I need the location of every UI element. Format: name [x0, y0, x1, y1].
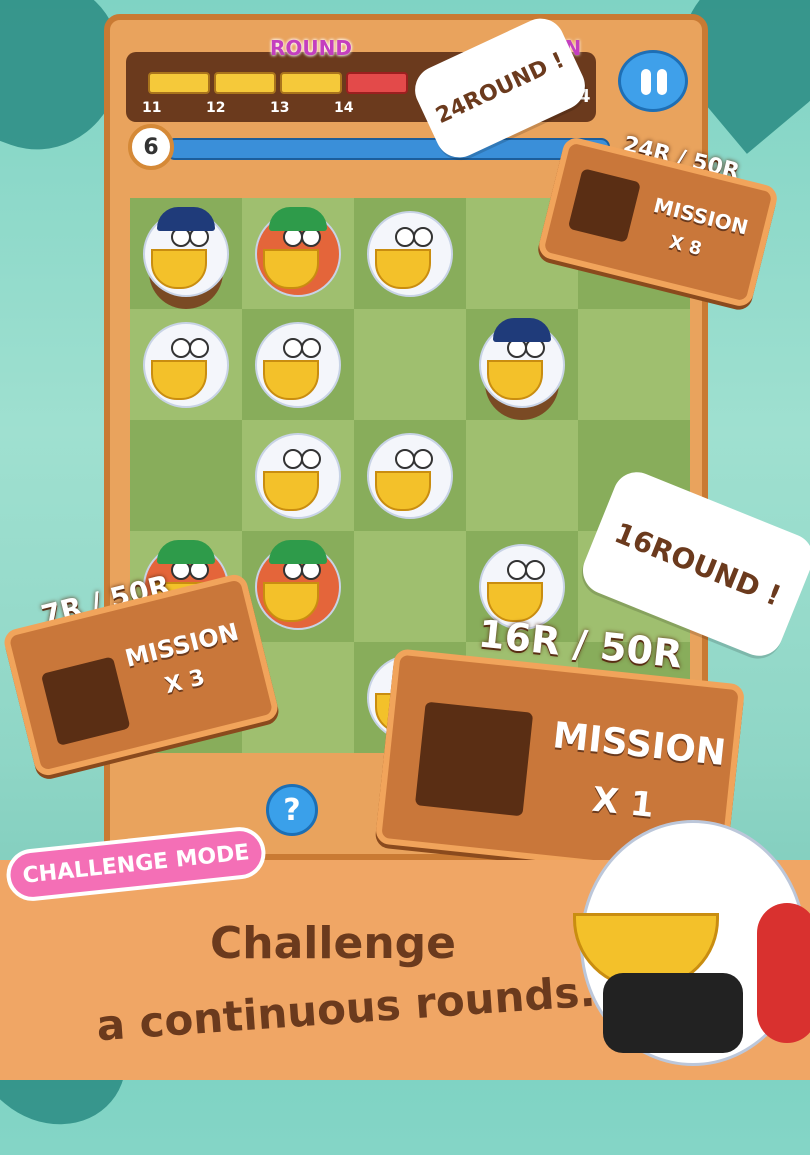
tagline-line1: Challenge [210, 918, 456, 969]
pelican-mascot [573, 820, 810, 1066]
eye [525, 559, 545, 580]
beak [375, 248, 431, 289]
beak [263, 581, 319, 622]
mission-title: MISSION [550, 715, 728, 775]
board-cell[interactable] [354, 420, 466, 531]
board-cell[interactable] [130, 309, 242, 420]
bird-piece[interactable] [255, 432, 341, 519]
pause-button[interactable] [618, 50, 688, 112]
board-cell[interactable] [242, 198, 354, 309]
mission-count: X 1 [590, 779, 656, 826]
board-cell[interactable] [354, 531, 466, 642]
beak [263, 470, 319, 511]
parrot-icon [567, 168, 641, 243]
parrot-piece[interactable] [255, 206, 341, 297]
hat [269, 539, 327, 564]
round-tick: 11 [142, 100, 162, 116]
board-cell[interactable] [466, 420, 578, 531]
board-cell[interactable] [354, 309, 466, 420]
board-cell[interactable] [578, 309, 690, 420]
round-segment [214, 72, 276, 94]
timer-clock-icon: 6 [128, 124, 174, 170]
eye [395, 448, 415, 469]
eye [171, 337, 191, 358]
parrot-icon [414, 701, 534, 817]
parrot-piece[interactable] [255, 539, 341, 630]
mascot-cape [757, 903, 810, 1043]
bird-piece[interactable] [255, 321, 341, 408]
board-cell[interactable] [242, 531, 354, 642]
mission-count: X 3 [162, 665, 208, 700]
round-label: ROUND [270, 36, 352, 60]
bird-piece[interactable] [143, 321, 229, 408]
board-cell[interactable] [130, 420, 242, 531]
beak [151, 359, 207, 400]
board-cell[interactable] [242, 309, 354, 420]
mission-title: MISSION [651, 192, 751, 240]
mascot-scarf [603, 973, 743, 1053]
beak [263, 248, 319, 289]
hat [157, 539, 215, 564]
parrot-icon [40, 656, 131, 747]
eye [413, 226, 433, 247]
board-cell[interactable] [466, 309, 578, 420]
bird-piece[interactable] [367, 432, 453, 519]
mission-count: X 8 [666, 231, 704, 260]
beak [151, 248, 207, 289]
eye [301, 448, 321, 469]
round-tick: 14 [334, 100, 354, 116]
nightcap [493, 317, 551, 342]
mission-title: MISSION [122, 617, 242, 673]
round-segment [148, 72, 210, 94]
eye [301, 337, 321, 358]
board-cell[interactable] [130, 198, 242, 309]
bird-nest-piece[interactable] [479, 317, 565, 408]
beak [375, 470, 431, 511]
eye [189, 337, 209, 358]
eye [413, 448, 433, 469]
eye [283, 448, 303, 469]
board-cell[interactable] [354, 198, 466, 309]
beak [487, 359, 543, 400]
bubble-text: 16ROUND ! [610, 515, 786, 613]
round-segment [280, 72, 342, 94]
nightcap [157, 206, 215, 231]
timer-bar [166, 138, 610, 160]
eye [283, 337, 303, 358]
eye [395, 226, 415, 247]
round-segment-current [346, 72, 408, 94]
round-tick: 13 [270, 100, 290, 116]
bird-piece[interactable] [367, 210, 453, 297]
eye [507, 559, 527, 580]
board-cell[interactable] [242, 420, 354, 531]
bubble-text: 24ROUND ! [431, 47, 569, 129]
beak [263, 359, 319, 400]
help-button[interactable]: ? [266, 784, 318, 836]
round-tick: 12 [206, 100, 226, 116]
bird-nest-piece[interactable] [143, 206, 229, 297]
hat [269, 206, 327, 231]
